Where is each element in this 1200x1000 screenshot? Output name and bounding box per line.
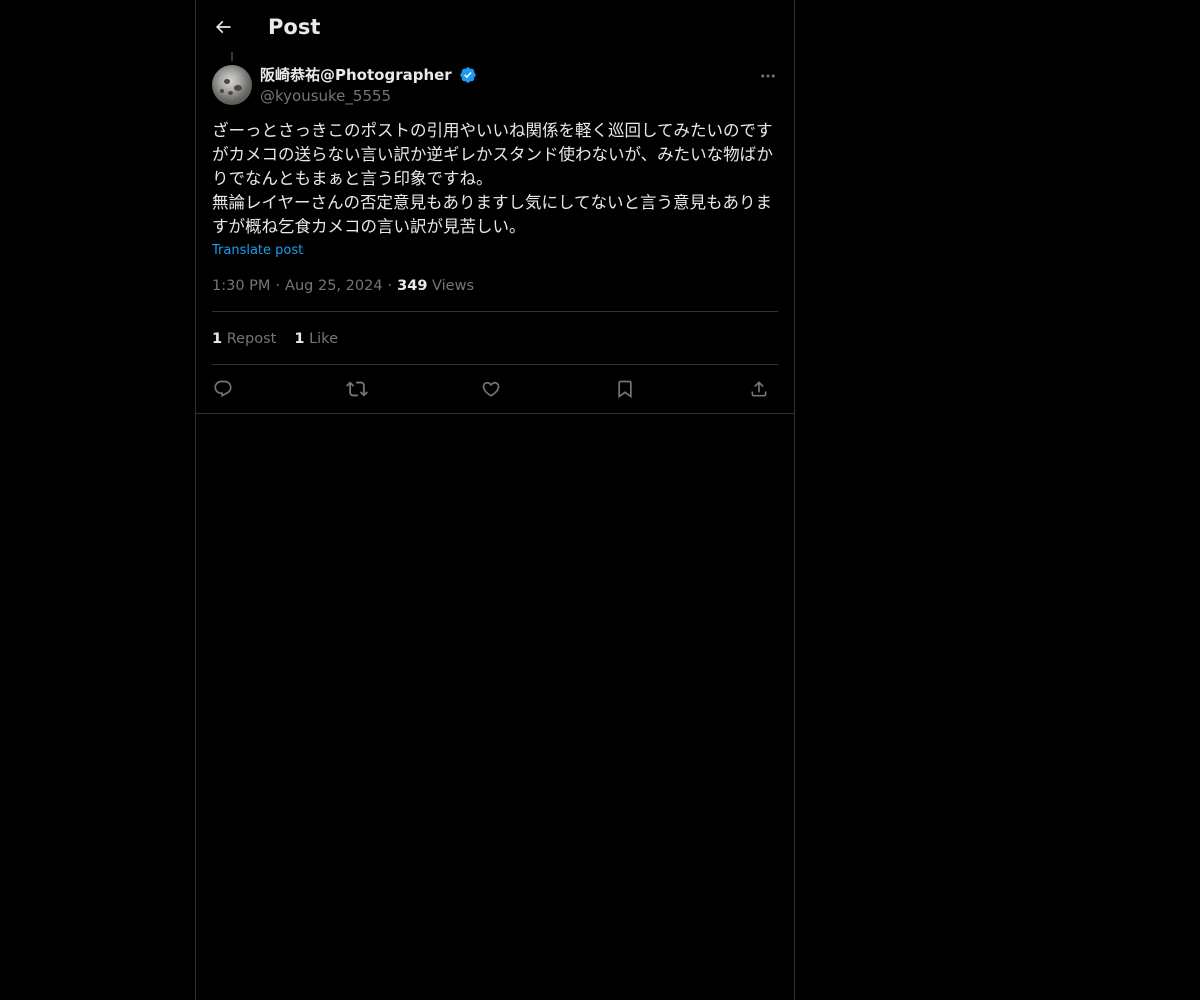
repost-icon <box>346 381 368 397</box>
divider <box>212 364 778 365</box>
display-name[interactable]: 阪崎恭祐@Photographer <box>260 65 452 85</box>
meta-separator: · <box>275 278 281 294</box>
likes-stat[interactable]: 1 Like <box>294 329 338 349</box>
back-button[interactable] <box>208 12 238 42</box>
likes-count: 1 <box>294 331 305 347</box>
verified-badge-icon[interactable] <box>459 66 477 84</box>
reposts-stat[interactable]: 1 Repost <box>212 329 276 349</box>
likes-label: Like <box>309 331 338 347</box>
post-text: ざーっとさっきこのポストの引用やいいね関係を軽く巡回してみたいのですがカメコの送… <box>212 121 773 236</box>
user-info: 阪崎恭祐@Photographer @kyousuke_5555 <box>260 64 477 106</box>
meta-separator: · <box>387 278 393 294</box>
post-bottom-border <box>196 413 794 414</box>
post-date[interactable]: Aug 25, 2024 <box>285 278 383 294</box>
reposts-label: Repost <box>226 331 277 347</box>
primary-column: Post 阪崎恭祐@Photographer @kyousuke_5555 ざー… <box>195 0 795 1000</box>
user-handle[interactable]: @kyousuke_5555 <box>260 86 477 106</box>
engagement-stats: 1 Repost 1 Like <box>212 329 356 349</box>
page-header: Post <box>196 0 794 53</box>
divider <box>212 311 778 312</box>
share-icon <box>751 381 767 397</box>
reply-button[interactable] <box>210 376 236 402</box>
reposts-count: 1 <box>212 331 223 347</box>
bookmark-button[interactable] <box>612 376 638 402</box>
like-button[interactable] <box>478 376 504 402</box>
translate-post-link[interactable]: Translate post <box>212 242 303 260</box>
reply-icon <box>214 380 232 398</box>
more-options-button[interactable] <box>756 64 780 88</box>
like-icon <box>482 381 500 397</box>
share-button[interactable] <box>746 376 772 402</box>
post-time[interactable]: 1:30 PM <box>212 278 270 294</box>
views-label: Views <box>432 278 475 294</box>
arrow-left-icon <box>215 20 231 34</box>
post-meta: 1:30 PM · Aug 25, 2024 · 349 Views <box>212 276 474 296</box>
views-count: 349 <box>397 278 428 294</box>
page-title: Post <box>268 15 321 39</box>
thread-connector-line <box>231 52 233 61</box>
more-dots-icon <box>761 74 775 78</box>
bookmark-icon <box>618 380 632 399</box>
repost-button[interactable] <box>344 376 370 402</box>
action-bar <box>212 376 778 402</box>
avatar[interactable] <box>212 65 252 105</box>
